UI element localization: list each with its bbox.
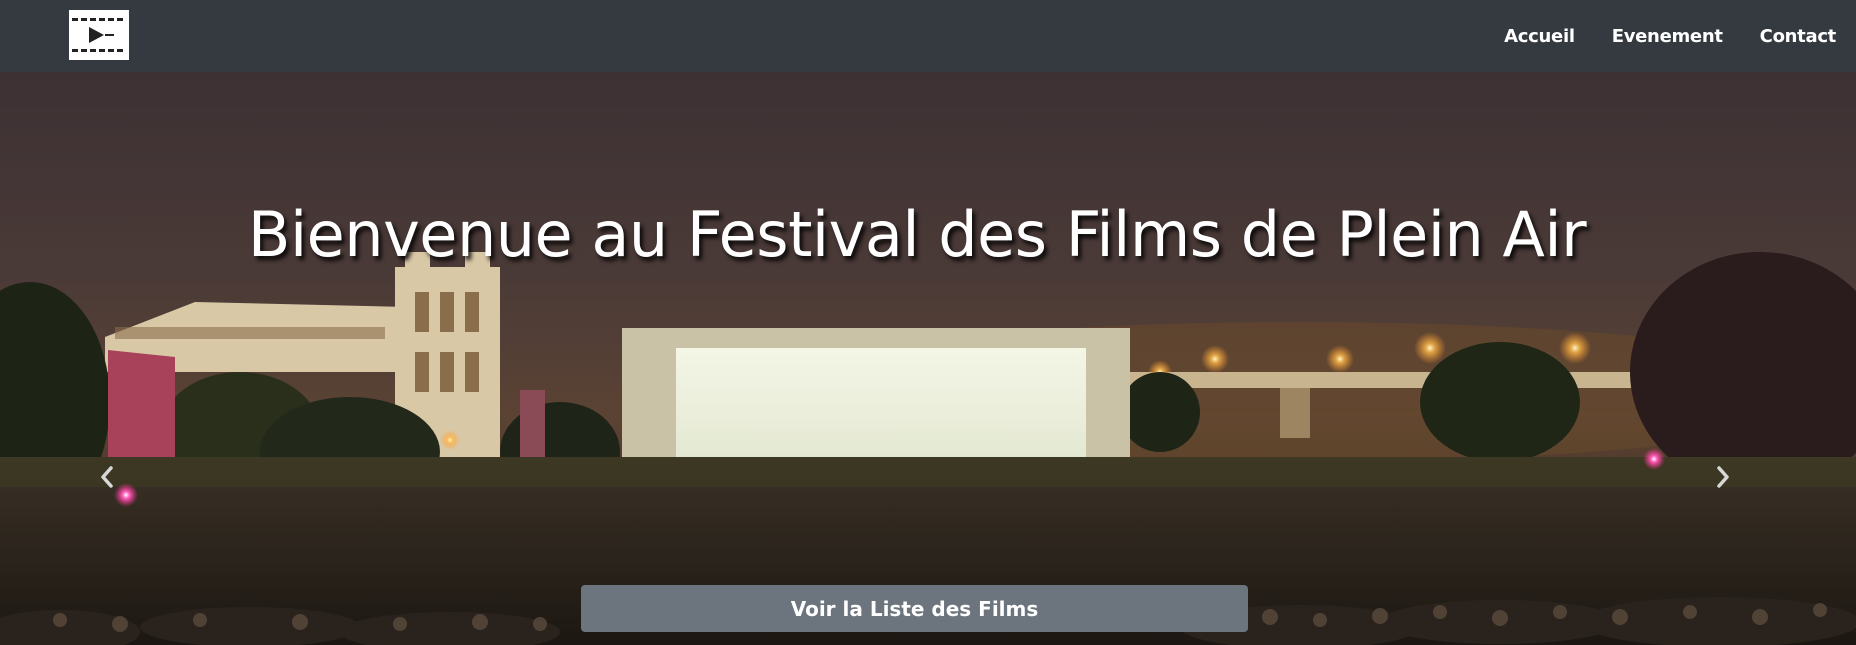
nav-links: Accueil Evenement Contact — [1467, 0, 1836, 72]
carousel-next-button[interactable] — [1708, 457, 1738, 497]
chevron-right-icon — [1717, 466, 1729, 488]
chevron-left-icon — [101, 466, 113, 488]
nav-link-accueil[interactable]: Accueil — [1504, 26, 1575, 47]
brand-logo[interactable] — [69, 10, 129, 60]
hero-background-image — [0, 72, 1856, 645]
nav-link-contact[interactable]: Contact — [1760, 26, 1837, 47]
navbar: Accueil Evenement Contact — [0, 0, 1856, 72]
nav-link-evenement[interactable]: Evenement — [1612, 26, 1723, 47]
film-strip-play-icon — [69, 10, 129, 60]
view-films-button[interactable]: Voir la Liste des Films — [581, 585, 1248, 632]
hero-title: Bienvenue au Festival des Films de Plein… — [247, 198, 1587, 271]
carousel-prev-button[interactable] — [92, 457, 122, 497]
hero-carousel: Bienvenue au Festival des Films de Plein… — [0, 72, 1856, 645]
